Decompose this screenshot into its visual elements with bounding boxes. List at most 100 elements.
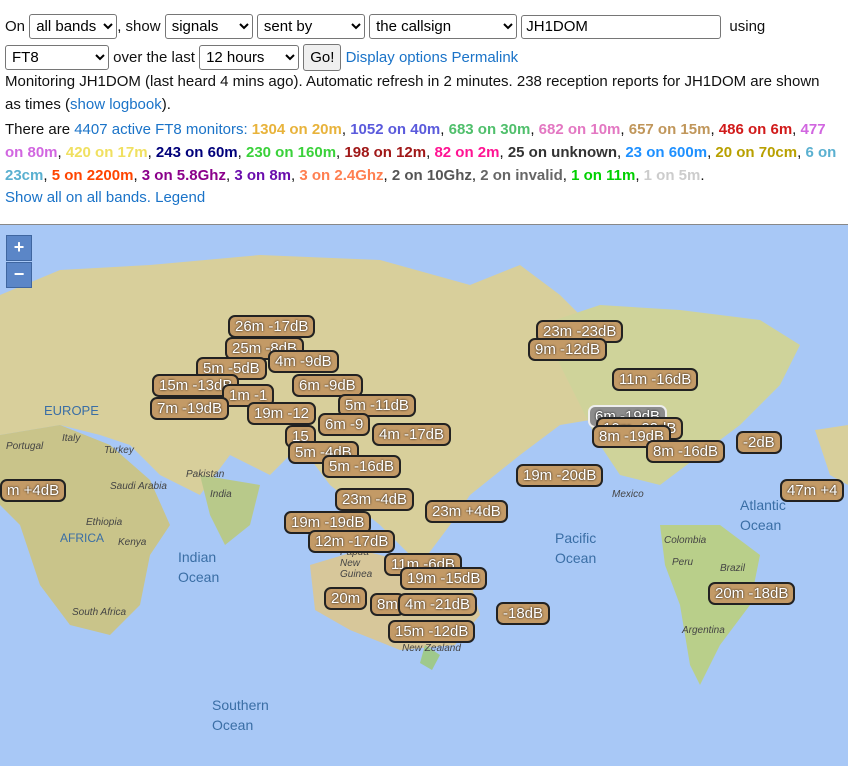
band-count-16[interactable]: 5 on 2200m [52, 167, 134, 184]
band-count-13[interactable]: 23 on 600m [625, 144, 707, 161]
band-separator: . [700, 167, 705, 184]
band-count-3[interactable]: 682 on 10m [539, 121, 621, 138]
band-separator: , [620, 121, 629, 138]
band-count-2[interactable]: 683 on 30m [449, 121, 531, 138]
band-separator: , [499, 144, 508, 161]
band-count-10[interactable]: 198 on 12m [344, 144, 426, 161]
map-label-new-zealand: New Zealand [402, 643, 461, 654]
reception-report-bubble[interactable]: -2dB [736, 431, 782, 454]
reception-report-bubble[interactable]: 11m -16dB [612, 368, 699, 391]
reception-report-bubble[interactable]: 26m -17dB [228, 315, 316, 338]
reception-report-bubble[interactable]: 8m -16dB [646, 440, 726, 463]
reception-report-bubble[interactable]: 4m -21dB [398, 593, 478, 616]
reception-report-bubble[interactable]: 5m -16dB [322, 455, 402, 478]
map-label-europe: EUROPE [44, 403, 99, 418]
over-label: over the last [113, 49, 195, 66]
reception-report-bubble[interactable]: 19m -12 [247, 402, 317, 425]
band-count-4[interactable]: 657 on 15m [629, 121, 711, 138]
reception-report-bubble[interactable]: -18dB [496, 602, 551, 625]
map[interactable]: + − EUROPE Indian Ocean Pacific Ocean At… [0, 224, 848, 766]
zoom-out-button[interactable]: − [6, 262, 32, 288]
world-map [0, 225, 848, 685]
map-label-argentina: Argentina [682, 625, 725, 636]
band-separator: , [530, 121, 539, 138]
callsign-input[interactable] [521, 14, 722, 39]
reception-report-bubble[interactable]: 20m [324, 587, 368, 610]
band-count-21[interactable]: 2 on invalid [480, 167, 563, 184]
map-label-peru: Peru [672, 557, 694, 568]
reception-report-bubble[interactable]: 9m -12dB [528, 338, 608, 361]
map-label-south-africa: South Africa [72, 607, 127, 618]
reception-report-bubble[interactable]: 47m +4 [780, 479, 845, 502]
there-are-label: There are [5, 121, 75, 138]
type-select[interactable]: signals [164, 14, 253, 39]
show-logbook-link[interactable]: show logbook [70, 96, 162, 113]
legend-link[interactable]: Legend [155, 189, 205, 206]
band-count-1[interactable]: 1052 on 40m [350, 121, 440, 138]
map-label-indian-ocean: Indian Ocean [178, 549, 220, 585]
target-select[interactable]: the callsign [369, 14, 518, 39]
using-label: using [729, 18, 766, 35]
permalink-link[interactable]: Permalink [451, 49, 518, 66]
show-all-link[interactable]: Show all on all bands. [5, 189, 151, 206]
reception-report-bubble[interactable]: 20m -18dB [708, 582, 796, 605]
query-row-2: FT8 over the last 12 hours Go! Display o… [5, 44, 518, 71]
band-count-19[interactable]: 3 on 2.4Ghz [299, 167, 383, 184]
map-label-pakistan: Pakistan [186, 469, 225, 480]
band-count-20[interactable]: 2 on 10Ghz [392, 167, 472, 184]
band-count-12[interactable]: 25 on unknown [508, 144, 617, 161]
mode-select[interactable]: FT8 [5, 45, 109, 70]
reception-report-bubble[interactable]: 4m -9dB [268, 350, 339, 373]
reception-report-bubble[interactable]: 23m +4dB [425, 500, 508, 523]
band-count-18[interactable]: 3 on 8m [234, 167, 291, 184]
map-label-portugal: Portugal [6, 441, 44, 452]
reception-report-bubble[interactable]: 15m -12dB [388, 620, 476, 643]
reception-report-bubble[interactable]: 6m -9 [318, 413, 371, 436]
band-count-5[interactable]: 486 on 6m [719, 121, 792, 138]
west-europe-edge-land [815, 425, 848, 485]
bottom-links: Show all on all bands. Legend [5, 188, 205, 208]
band-count-23[interactable]: 1 on 5m [644, 167, 701, 184]
map-label-italy: Italy [62, 433, 81, 444]
band-count-7[interactable]: 420 on 17m [66, 144, 148, 161]
band-separator: , [133, 167, 142, 184]
india-land [200, 475, 260, 545]
monitors-link[interactable]: 4407 active FT8 monitors: [74, 121, 247, 138]
reception-report-bubble[interactable]: 4m -17dB [372, 423, 452, 446]
map-label-kenya: Kenya [118, 537, 147, 548]
band-count-9[interactable]: 230 on 160m [246, 144, 336, 161]
status-prefix: as times ( [5, 96, 71, 113]
reception-report-bubble[interactable]: m +4dB [0, 479, 67, 502]
band-separator: , [147, 144, 156, 161]
map-label-brazil: Brazil [720, 563, 746, 574]
band-count-22[interactable]: 1 on 11m [571, 167, 635, 184]
controls-panel: On all bands, show signals sent by the c… [0, 0, 848, 224]
reception-report-bubble[interactable]: 19m -15dB [400, 567, 488, 590]
band-count-0[interactable]: 1304 on 20m [252, 121, 342, 138]
query-row-1: On all bands, show signals sent by the c… [5, 14, 765, 39]
go-button[interactable]: Go! [303, 44, 342, 71]
map-label-southern-ocean: Southern Ocean [212, 697, 269, 733]
map-label-africa: AFRICA [60, 531, 105, 545]
band-separator: , [383, 167, 392, 184]
band-count-14[interactable]: 20 on 70cm [715, 144, 797, 161]
band-separator: , [562, 167, 572, 184]
band-count-8[interactable]: 243 on 60m [156, 144, 238, 161]
map-label-turkey: Turkey [104, 445, 134, 456]
band-count-11[interactable]: 82 on 2m [434, 144, 499, 161]
band-separator: , [635, 167, 644, 184]
display-options-link[interactable]: Display options [346, 49, 448, 66]
band-count-17[interactable]: 3 on 5.8Ghz [142, 167, 226, 184]
band-separator: , [43, 167, 52, 184]
period-select[interactable]: 12 hours [199, 45, 300, 70]
reception-report-bubble[interactable]: 23m -4dB [335, 488, 415, 511]
on-label: On [5, 18, 26, 35]
direction-select[interactable]: sent by [256, 14, 365, 39]
zoom-in-button[interactable]: + [6, 235, 32, 261]
map-label-colombia: Colombia [664, 535, 707, 546]
band-select[interactable]: all bands [29, 14, 118, 39]
status-line-1: Monitoring JH1DOM (last heard 4 mins ago… [5, 73, 820, 90]
reception-report-bubble[interactable]: 7m -19dB [150, 397, 230, 420]
reception-report-bubble[interactable]: 19m -20dB [516, 464, 604, 487]
reception-report-bubble[interactable]: 12m -17dB [308, 530, 396, 553]
